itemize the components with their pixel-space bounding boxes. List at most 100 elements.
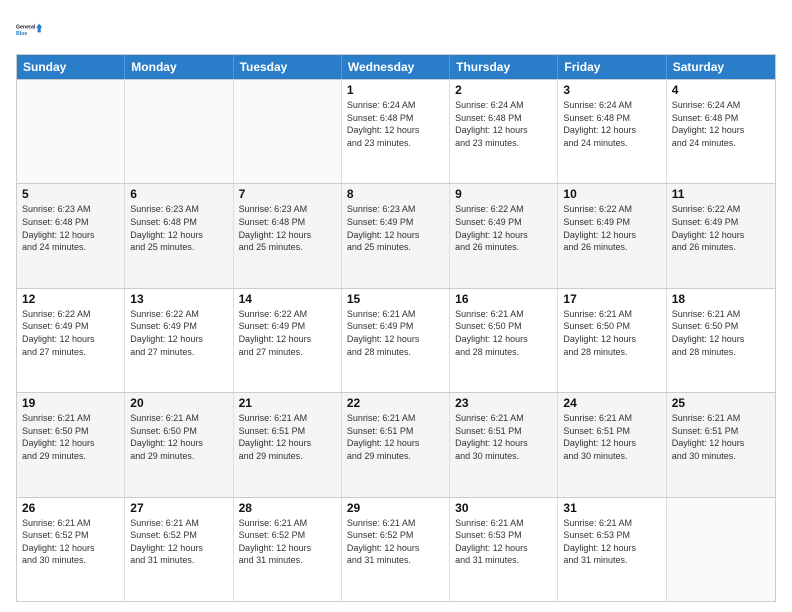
day-number: 9 — [455, 187, 552, 201]
day-info: Sunrise: 6:24 AM Sunset: 6:48 PM Dayligh… — [347, 99, 444, 149]
calendar-cell: 24 Sunrise: 6:21 AM Sunset: 6:51 PM Dayli… — [558, 393, 666, 496]
day-info: Sunrise: 6:21 AM Sunset: 6:52 PM Dayligh… — [130, 517, 227, 567]
calendar-cell: 1 Sunrise: 6:24 AM Sunset: 6:48 PM Daylig… — [342, 80, 450, 183]
day-info: Sunrise: 6:24 AM Sunset: 6:48 PM Dayligh… — [455, 99, 552, 149]
day-info: Sunrise: 6:22 AM Sunset: 6:49 PM Dayligh… — [130, 308, 227, 358]
day-info: Sunrise: 6:21 AM Sunset: 6:51 PM Dayligh… — [672, 412, 770, 462]
calendar-day-header: Saturday — [667, 55, 775, 79]
day-info: Sunrise: 6:21 AM Sunset: 6:50 PM Dayligh… — [130, 412, 227, 462]
day-number: 7 — [239, 187, 336, 201]
day-number: 5 — [22, 187, 119, 201]
day-info: Sunrise: 6:22 AM Sunset: 6:49 PM Dayligh… — [672, 203, 770, 253]
day-number: 1 — [347, 83, 444, 97]
calendar-week: 19 Sunrise: 6:21 AM Sunset: 6:50 PM Dayli… — [17, 392, 775, 496]
calendar-cell: 28Sunrise: 6:21 AM Sunset: 6:52 PM Dayli… — [234, 498, 342, 601]
calendar-cell: 3 Sunrise: 6:24 AM Sunset: 6:48 PM Daylig… — [558, 80, 666, 183]
svg-text:Blue: Blue — [16, 31, 27, 37]
calendar-cell: 8 Sunrise: 6:23 AM Sunset: 6:49 PM Daylig… — [342, 184, 450, 287]
calendar-header: SundayMondayTuesdayWednesdayThursdayFrid… — [17, 55, 775, 79]
calendar-cell: 14 Sunrise: 6:22 AM Sunset: 6:49 PM Dayli… — [234, 289, 342, 392]
calendar-cell: 18Sunrise: 6:21 AM Sunset: 6:50 PM Dayli… — [667, 289, 775, 392]
day-number: 25 — [672, 396, 770, 410]
logo-icon: GeneralBlue — [16, 16, 44, 44]
calendar-cell: 2 Sunrise: 6:24 AM Sunset: 6:48 PM Daylig… — [450, 80, 558, 183]
calendar-body: 1 Sunrise: 6:24 AM Sunset: 6:48 PM Daylig… — [17, 79, 775, 601]
calendar: SundayMondayTuesdayWednesdayThursdayFrid… — [16, 54, 776, 602]
calendar-day-header: Wednesday — [342, 55, 450, 79]
calendar-day-header: Thursday — [450, 55, 558, 79]
calendar-cell-empty — [667, 498, 775, 601]
calendar-cell: 4Sunrise: 6:24 AM Sunset: 6:48 PM Daylig… — [667, 80, 775, 183]
day-number: 14 — [239, 292, 336, 306]
calendar-cell: 26 Sunrise: 6:21 AM Sunset: 6:52 PM Dayli… — [17, 498, 125, 601]
day-info: Sunrise: 6:21 AM Sunset: 6:50 PM Dayligh… — [455, 308, 552, 358]
day-number: 29 — [347, 501, 444, 515]
day-info: Sunrise: 6:23 AM Sunset: 6:48 PM Dayligh… — [239, 203, 336, 253]
calendar-cell: 21Sunrise: 6:21 AM Sunset: 6:51 PM Dayli… — [234, 393, 342, 496]
calendar-week: 5 Sunrise: 6:23 AM Sunset: 6:48 PM Daylig… — [17, 183, 775, 287]
day-info: Sunrise: 6:22 AM Sunset: 6:49 PM Dayligh… — [239, 308, 336, 358]
day-info: Sunrise: 6:22 AM Sunset: 6:49 PM Dayligh… — [22, 308, 119, 358]
svg-text:General: General — [16, 24, 36, 30]
day-number: 20 — [130, 396, 227, 410]
day-number: 23 — [455, 396, 552, 410]
calendar-cell: 16 Sunrise: 6:21 AM Sunset: 6:50 PM Dayli… — [450, 289, 558, 392]
day-number: 13 — [130, 292, 227, 306]
day-info: Sunrise: 6:24 AM Sunset: 6:48 PM Dayligh… — [563, 99, 660, 149]
calendar-day-header: Sunday — [17, 55, 125, 79]
calendar-cell: 27 Sunrise: 6:21 AM Sunset: 6:52 PM Dayli… — [125, 498, 233, 601]
day-info: Sunrise: 6:21 AM Sunset: 6:52 PM Dayligh… — [239, 517, 336, 567]
calendar-cell: 19 Sunrise: 6:21 AM Sunset: 6:50 PM Dayli… — [17, 393, 125, 496]
calendar-week: 26 Sunrise: 6:21 AM Sunset: 6:52 PM Dayli… — [17, 497, 775, 601]
calendar-cell: 15 Sunrise: 6:21 AM Sunset: 6:49 PM Dayli… — [342, 289, 450, 392]
day-number: 4 — [672, 83, 770, 97]
day-number: 27 — [130, 501, 227, 515]
header: GeneralBlue — [16, 16, 776, 44]
calendar-cell: 29 Sunrise: 6:21 AM Sunset: 6:52 PM Dayli… — [342, 498, 450, 601]
day-info: Sunrise: 6:23 AM Sunset: 6:48 PM Dayligh… — [130, 203, 227, 253]
day-info: Sunrise: 6:23 AM Sunset: 6:48 PM Dayligh… — [22, 203, 119, 253]
calendar-cell: 12 Sunrise: 6:22 AM Sunset: 6:49 PM Dayli… — [17, 289, 125, 392]
calendar-cell: 20 Sunrise: 6:21 AM Sunset: 6:50 PM Dayli… — [125, 393, 233, 496]
calendar-cell: 10 Sunrise: 6:22 AM Sunset: 6:49 PM Dayli… — [558, 184, 666, 287]
day-info: Sunrise: 6:21 AM Sunset: 6:53 PM Dayligh… — [563, 517, 660, 567]
calendar-cell: 13 Sunrise: 6:22 AM Sunset: 6:49 PM Dayli… — [125, 289, 233, 392]
day-number: 16 — [455, 292, 552, 306]
calendar-cell: 30 Sunrise: 6:21 AM Sunset: 6:53 PM Dayli… — [450, 498, 558, 601]
day-info: Sunrise: 6:21 AM Sunset: 6:50 PM Dayligh… — [22, 412, 119, 462]
calendar-cell: 17 Sunrise: 6:21 AM Sunset: 6:50 PM Dayli… — [558, 289, 666, 392]
day-number: 31 — [563, 501, 660, 515]
calendar-cell: 25 Sunrise: 6:21 AM Sunset: 6:51 PM Dayli… — [667, 393, 775, 496]
calendar-cell: 11 Sunrise: 6:22 AM Sunset: 6:49 PM Dayli… — [667, 184, 775, 287]
day-info: Sunrise: 6:21 AM Sunset: 6:50 PM Dayligh… — [563, 308, 660, 358]
day-info: Sunrise: 6:22 AM Sunset: 6:49 PM Dayligh… — [563, 203, 660, 253]
day-number: 26 — [22, 501, 119, 515]
day-number: 22 — [347, 396, 444, 410]
day-number: 19 — [22, 396, 119, 410]
day-number: 24 — [563, 396, 660, 410]
day-number: 3 — [563, 83, 660, 97]
day-info: Sunrise: 6:21 AM Sunset: 6:51 PM Dayligh… — [455, 412, 552, 462]
calendar-cell: 7 Sunrise: 6:23 AM Sunset: 6:48 PM Daylig… — [234, 184, 342, 287]
calendar-cell: 31 Sunrise: 6:21 AM Sunset: 6:53 PM Dayli… — [558, 498, 666, 601]
calendar-day-header: Friday — [558, 55, 666, 79]
day-number: 15 — [347, 292, 444, 306]
day-number: 12 — [22, 292, 119, 306]
logo: GeneralBlue — [16, 16, 44, 44]
calendar-week: 1 Sunrise: 6:24 AM Sunset: 6:48 PM Daylig… — [17, 79, 775, 183]
day-info: Sunrise: 6:21 AM Sunset: 6:52 PM Dayligh… — [22, 517, 119, 567]
calendar-cell: 5 Sunrise: 6:23 AM Sunset: 6:48 PM Daylig… — [17, 184, 125, 287]
day-info: Sunrise: 6:21 AM Sunset: 6:52 PM Dayligh… — [347, 517, 444, 567]
day-number: 8 — [347, 187, 444, 201]
day-number: 2 — [455, 83, 552, 97]
day-info: Sunrise: 6:21 AM Sunset: 6:49 PM Dayligh… — [347, 308, 444, 358]
day-number: 30 — [455, 501, 552, 515]
calendar-week: 12 Sunrise: 6:22 AM Sunset: 6:49 PM Dayli… — [17, 288, 775, 392]
day-number: 10 — [563, 187, 660, 201]
day-info: Sunrise: 6:21 AM Sunset: 6:51 PM Dayligh… — [563, 412, 660, 462]
day-info: Sunrise: 6:21 AM Sunset: 6:53 PM Dayligh… — [455, 517, 552, 567]
day-info: Sunrise: 6:23 AM Sunset: 6:49 PM Dayligh… — [347, 203, 444, 253]
day-number: 17 — [563, 292, 660, 306]
day-info: Sunrise: 6:22 AM Sunset: 6:49 PM Dayligh… — [455, 203, 552, 253]
day-number: 11 — [672, 187, 770, 201]
